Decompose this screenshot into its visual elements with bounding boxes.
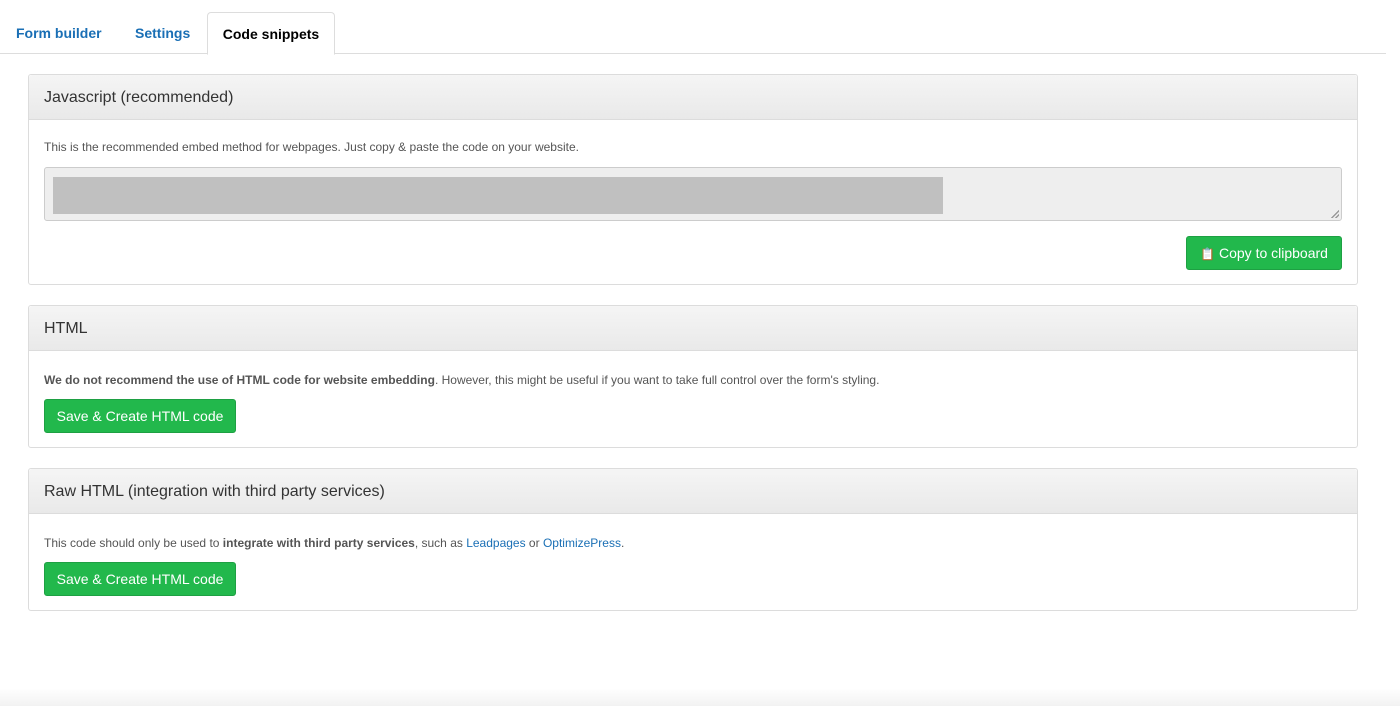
tab-bar: Form builder Settings Code snippets xyxy=(0,0,1386,55)
html-panel-title: HTML xyxy=(29,306,1357,351)
raw-html-panel-description: This code should only be used to integra… xyxy=(44,536,624,550)
redacted-code-block xyxy=(53,177,943,214)
save-create-raw-html-button[interactable]: Save & Create HTML code xyxy=(44,562,236,596)
html-panel-description: We do not recommend the use of HTML code… xyxy=(44,373,879,387)
copy-to-clipboard-label: Copy to clipboard xyxy=(1219,245,1328,261)
javascript-panel-description: This is the recommended embed method for… xyxy=(44,140,579,154)
tab-form-builder[interactable]: Form builder xyxy=(16,12,102,54)
clipboard-icon: 📋 xyxy=(1200,247,1215,261)
leadpages-link[interactable]: Leadpages xyxy=(466,536,525,550)
tab-settings[interactable]: Settings xyxy=(135,12,190,54)
raw-html-panel-title: Raw HTML (integration with third party s… xyxy=(29,469,1357,514)
resize-handle[interactable] xyxy=(1331,210,1339,218)
copy-to-clipboard-button[interactable]: 📋 Copy to clipboard xyxy=(1186,236,1342,270)
save-create-html-button[interactable]: Save & Create HTML code xyxy=(44,399,236,433)
javascript-panel-title: Javascript (recommended) xyxy=(29,75,1357,120)
optimizepress-link[interactable]: OptimizePress xyxy=(543,536,621,550)
html-panel-description-bold: We do not recommend the use of HTML code… xyxy=(44,373,435,387)
raw-html-description-mid: , such as xyxy=(414,536,467,550)
html-panel: HTML We do not recommend the use of HTML… xyxy=(28,305,1358,448)
bottom-shadow xyxy=(0,688,1400,706)
tab-code-snippets[interactable]: Code snippets xyxy=(207,12,335,55)
raw-html-description-bold: integrate with third party services xyxy=(222,536,415,550)
embed-code-textarea[interactable] xyxy=(44,167,1342,221)
raw-html-description-start: This code should only be used to xyxy=(44,536,223,550)
raw-html-description-end: . xyxy=(620,536,625,550)
raw-html-panel: Raw HTML (integration with third party s… xyxy=(28,468,1358,611)
raw-html-description-or: or xyxy=(525,536,543,550)
html-panel-description-rest: . However, this might be useful if you w… xyxy=(434,373,880,387)
javascript-panel: Javascript (recommended) This is the rec… xyxy=(28,74,1358,285)
